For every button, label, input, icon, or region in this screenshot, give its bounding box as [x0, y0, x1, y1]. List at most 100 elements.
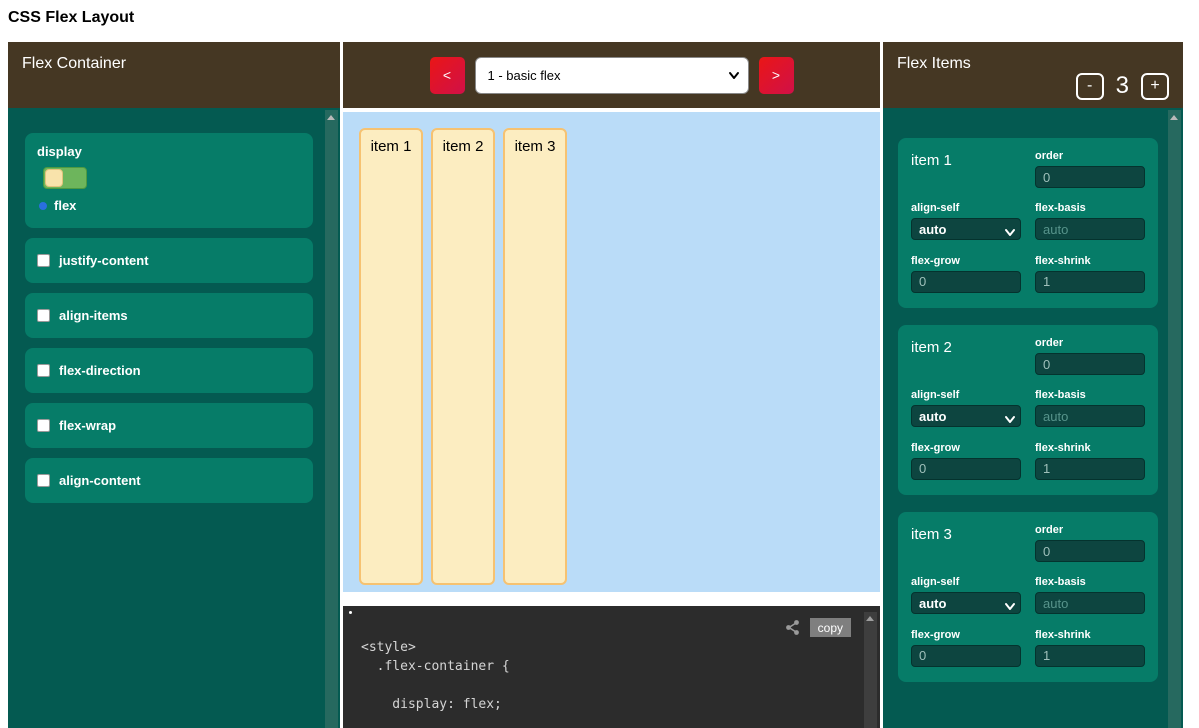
- code-dot: [349, 611, 352, 614]
- item-1-flex-grow-input[interactable]: [911, 271, 1021, 293]
- align-content-checkbox[interactable]: [37, 474, 50, 487]
- item-3-align-self-select[interactable]: auto: [911, 592, 1021, 614]
- item-2-flex-grow-input[interactable]: [911, 458, 1021, 480]
- preview-item-3: item 3: [503, 128, 567, 585]
- next-example-button[interactable]: >: [759, 57, 794, 94]
- flex-items-panel: Flex Items - 3 + item 1 order align-self…: [883, 42, 1183, 728]
- item-3-title: item 3: [911, 524, 1021, 565]
- item-3-flex-shrink-input[interactable]: [1035, 645, 1145, 667]
- item-1-flex-shrink-field: flex-shrink: [1035, 255, 1145, 296]
- flex-preview-canvas: item 1 item 2 item 3: [343, 112, 880, 592]
- item-1-align-self-field: align-self auto: [911, 202, 1021, 243]
- add-item-button[interactable]: +: [1141, 73, 1169, 100]
- page-title: CSS Flex Layout: [8, 9, 134, 27]
- preview-panel: < 1 - basic flex > item 1 item 2 item 3 …: [343, 42, 880, 728]
- display-toggle-knob: [45, 169, 63, 187]
- justify-content-card[interactable]: justify-content: [25, 238, 313, 283]
- example-select[interactable]: 1 - basic flex: [475, 57, 749, 94]
- item-count: 3: [1116, 72, 1129, 100]
- justify-content-checkbox[interactable]: [37, 254, 50, 267]
- preview-item-2: item 2: [431, 128, 495, 585]
- item-2-flex-basis-input[interactable]: [1035, 405, 1145, 427]
- flex-direction-label: flex-direction: [59, 363, 141, 378]
- right-panel-scrollbar[interactable]: [1168, 110, 1181, 728]
- flex-shrink-label: flex-shrink: [1035, 255, 1145, 267]
- left-panel-scrollbar[interactable]: [325, 110, 338, 728]
- item-1-flex-grow-field: flex-grow: [911, 255, 1021, 296]
- preview-item-1: item 1: [359, 128, 423, 585]
- flex-grow-label: flex-grow: [911, 629, 1021, 641]
- item-3-flex-basis-input[interactable]: [1035, 592, 1145, 614]
- scroll-up-icon[interactable]: [327, 115, 335, 120]
- align-self-label: align-self: [911, 389, 1021, 401]
- flex-container-panel: Flex Container display flex justify-cont…: [8, 42, 340, 728]
- flex-wrap-card[interactable]: flex-wrap: [25, 403, 313, 448]
- align-items-card[interactable]: align-items: [25, 293, 313, 338]
- item-2-flex-basis-field: flex-basis: [1035, 389, 1145, 430]
- align-items-checkbox[interactable]: [37, 309, 50, 322]
- flex-wrap-checkbox[interactable]: [37, 419, 50, 432]
- copy-button[interactable]: copy: [810, 618, 851, 637]
- flex-container-title: Flex Container: [22, 55, 126, 72]
- flex-container-body: display flex justify-content align-items…: [8, 108, 340, 728]
- item-2-flex-shrink-input[interactable]: [1035, 458, 1145, 480]
- code-line: display: flex;: [361, 695, 510, 714]
- item-2-align-self-select[interactable]: auto: [911, 405, 1021, 427]
- item-1-card: item 1 order align-self auto flex-basis …: [898, 138, 1158, 308]
- share-icon[interactable]: [784, 619, 801, 636]
- align-content-card[interactable]: align-content: [25, 458, 313, 503]
- flex-direction-checkbox[interactable]: [37, 364, 50, 377]
- flex-grow-label: flex-grow: [911, 255, 1021, 267]
- item-2-flex-shrink-field: flex-shrink: [1035, 442, 1145, 483]
- flex-shrink-label: flex-shrink: [1035, 442, 1145, 454]
- align-self-label: align-self: [911, 202, 1021, 214]
- item-count-controls: - 3 +: [1076, 72, 1169, 100]
- item-3-flex-basis-field: flex-basis: [1035, 576, 1145, 617]
- order-label: order: [1035, 524, 1145, 536]
- display-toggle[interactable]: [43, 167, 87, 189]
- item-2-order-input[interactable]: [1035, 353, 1145, 375]
- item-3-card: item 3 order align-self auto flex-basis …: [898, 512, 1158, 682]
- code-line: [361, 676, 510, 695]
- code-block: copy <style> .flex-container { display: …: [343, 606, 880, 728]
- scroll-up-icon[interactable]: [1170, 115, 1178, 120]
- item-3-flex-grow-input[interactable]: [911, 645, 1021, 667]
- item-3-order-input[interactable]: [1035, 540, 1145, 562]
- flex-items-header: Flex Items - 3 +: [883, 42, 1183, 108]
- prev-example-button[interactable]: <: [430, 57, 465, 94]
- order-label: order: [1035, 337, 1145, 349]
- item-3-flex-grow-field: flex-grow: [911, 629, 1021, 670]
- item-1-flex-basis-input[interactable]: [1035, 218, 1145, 240]
- code-line: <style>: [361, 638, 510, 657]
- item-2-flex-grow-field: flex-grow: [911, 442, 1021, 483]
- item-3-align-self-field: align-self auto: [911, 576, 1021, 617]
- item-1-order-input[interactable]: [1035, 166, 1145, 188]
- item-3-flex-shrink-field: flex-shrink: [1035, 629, 1145, 670]
- flex-basis-label: flex-basis: [1035, 389, 1145, 401]
- align-self-label: align-self: [911, 576, 1021, 588]
- item-1-flex-basis-field: flex-basis: [1035, 202, 1145, 243]
- flex-direction-card[interactable]: flex-direction: [25, 348, 313, 393]
- remove-item-button[interactable]: -: [1076, 73, 1104, 100]
- item-1-align-self-select[interactable]: auto: [911, 218, 1021, 240]
- flex-items-title: Flex Items: [897, 55, 971, 73]
- display-card: display flex: [25, 133, 313, 228]
- flex-radio[interactable]: [39, 202, 47, 210]
- align-items-label: align-items: [59, 308, 128, 323]
- item-2-align-self-field: align-self auto: [911, 389, 1021, 430]
- code-line: .flex-container {: [361, 657, 510, 676]
- code-scrollbar[interactable]: [864, 612, 877, 728]
- flex-shrink-label: flex-shrink: [1035, 629, 1145, 641]
- item-2-title: item 2: [911, 337, 1021, 378]
- item-1-title: item 1: [911, 150, 1021, 191]
- flex-container-header: Flex Container: [8, 42, 340, 108]
- item-3-order-field: order: [1035, 524, 1145, 565]
- preview-header: < 1 - basic flex >: [343, 42, 880, 108]
- item-1-flex-shrink-input[interactable]: [1035, 271, 1145, 293]
- order-label: order: [1035, 150, 1145, 162]
- item-1-order-field: order: [1035, 150, 1145, 191]
- flex-basis-label: flex-basis: [1035, 202, 1145, 214]
- flex-items-body: item 1 order align-self auto flex-basis …: [883, 108, 1183, 728]
- align-content-label: align-content: [59, 473, 141, 488]
- scroll-up-icon[interactable]: [866, 616, 874, 621]
